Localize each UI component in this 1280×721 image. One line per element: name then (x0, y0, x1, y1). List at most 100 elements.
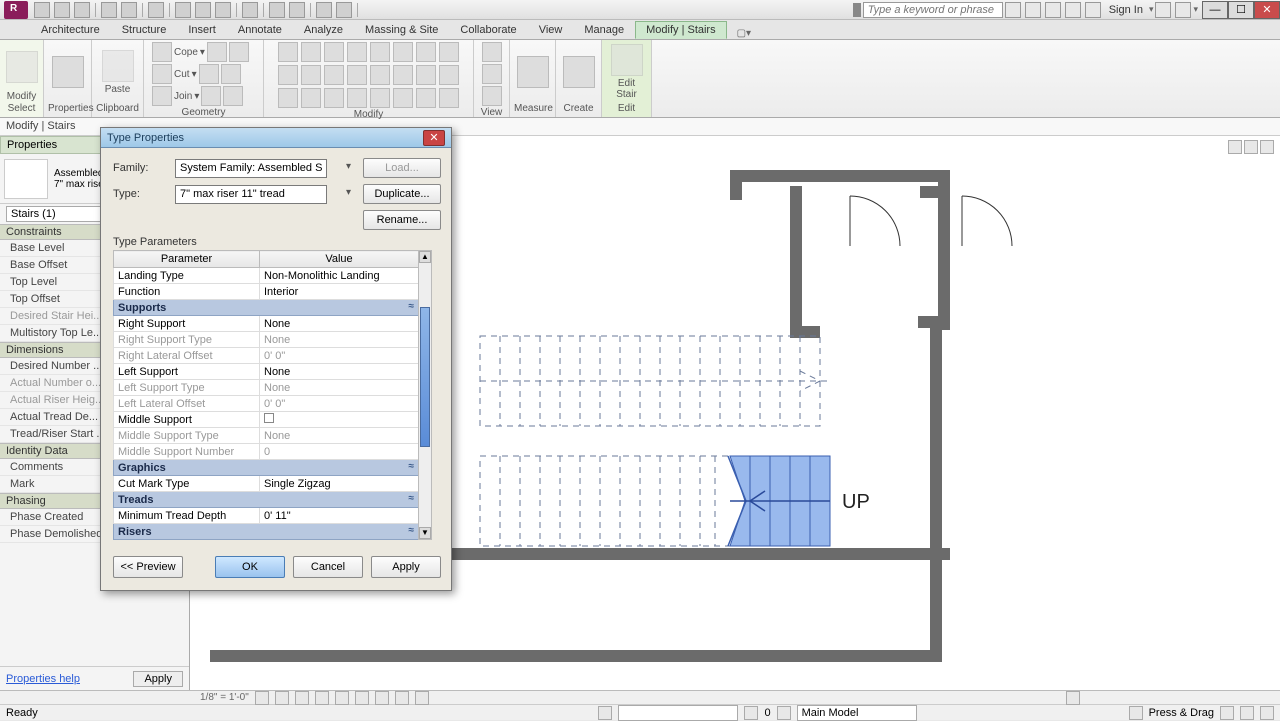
param-value[interactable]: None (260, 332, 419, 348)
edit-stair-icon[interactable] (611, 44, 643, 76)
rename-button[interactable]: Rename... (363, 210, 441, 230)
open-icon[interactable] (34, 2, 50, 18)
preview-button[interactable]: << Preview (113, 556, 183, 578)
reveal-icon[interactable] (395, 691, 409, 705)
create-icon[interactable] (563, 56, 595, 88)
view2-icon[interactable] (482, 64, 502, 84)
hide-icon[interactable] (375, 691, 389, 705)
param-value[interactable]: 0' 11" (260, 508, 419, 524)
undo-icon[interactable] (101, 2, 117, 18)
worksets-icon[interactable] (415, 691, 429, 705)
notch-icon[interactable] (207, 42, 227, 62)
param-value[interactable]: Non-Monolithic Landing (260, 268, 419, 284)
ex5-icon[interactable] (370, 88, 390, 108)
checkbox-icon[interactable] (264, 413, 274, 423)
view3-icon[interactable] (482, 86, 502, 106)
sb-extra1-icon[interactable] (1220, 706, 1234, 720)
tab-analyze[interactable]: Analyze (293, 21, 354, 39)
join-icon[interactable] (152, 86, 172, 106)
select-links-icon[interactable] (1129, 706, 1143, 720)
duplicate-button[interactable]: Duplicate... (363, 184, 441, 204)
array-icon[interactable] (393, 42, 413, 62)
param-value[interactable]: None (260, 364, 419, 380)
paste-icon[interactable] (102, 50, 134, 82)
visual-style-icon[interactable] (275, 691, 289, 705)
design-option-select[interactable] (797, 705, 917, 721)
param-value[interactable] (260, 412, 419, 428)
cropregion-icon[interactable] (355, 691, 369, 705)
view-scale[interactable]: 1/8" = 1'-0" (200, 692, 249, 703)
scroll-up-icon[interactable]: ▲ (419, 251, 431, 263)
ex4-icon[interactable] (347, 88, 367, 108)
workset-select[interactable] (618, 705, 738, 721)
pin-icon[interactable] (347, 65, 367, 85)
sb-extra3-icon[interactable] (1260, 706, 1274, 720)
user-icon[interactable] (1085, 2, 1101, 18)
dimension-icon[interactable] (195, 2, 211, 18)
search-go-icon[interactable] (1005, 2, 1021, 18)
tab-collaborate[interactable]: Collaborate (449, 21, 527, 39)
tab-view[interactable]: View (528, 21, 574, 39)
tab-structure[interactable]: Structure (111, 21, 178, 39)
param-value[interactable]: None (260, 316, 419, 332)
move-icon[interactable] (278, 42, 298, 62)
star-icon[interactable] (1065, 2, 1081, 18)
sign-in-link[interactable]: Sign In (1109, 4, 1143, 16)
ex6-icon[interactable] (393, 88, 413, 108)
detail-level-icon[interactable] (255, 691, 269, 705)
search-input[interactable] (863, 2, 1003, 18)
delete-icon[interactable] (439, 65, 459, 85)
ex8-icon[interactable] (439, 88, 459, 108)
sb-extra2-icon[interactable] (1240, 706, 1254, 720)
maximize-button[interactable]: ☐ (1228, 1, 1254, 19)
family-select[interactable] (175, 159, 327, 178)
tab-modify-stairs[interactable]: Modify | Stairs (635, 21, 727, 39)
crop-icon[interactable] (335, 691, 349, 705)
table-scrollbar[interactable]: ▲ ▼ (418, 250, 432, 540)
unpin-icon[interactable] (370, 65, 390, 85)
offset-icon[interactable] (439, 42, 459, 62)
dialog-titlebar[interactable]: Type Properties ✕ (101, 128, 451, 148)
ex3-icon[interactable] (324, 88, 344, 108)
cope-icon[interactable] (152, 42, 172, 62)
properties-help-link[interactable]: Properties help (6, 673, 80, 685)
sync-icon[interactable] (74, 2, 90, 18)
demolish-icon[interactable] (223, 86, 243, 106)
properties-icon[interactable] (52, 56, 84, 88)
ribbon-expand-icon[interactable]: ▢▾ (737, 28, 751, 39)
tab-annotate[interactable]: Annotate (227, 21, 293, 39)
print-icon[interactable] (148, 2, 164, 18)
close-button[interactable]: ✕ (1254, 1, 1280, 19)
mirror-icon[interactable] (278, 65, 298, 85)
measure-icon2[interactable] (517, 56, 549, 88)
section-icon[interactable] (269, 2, 285, 18)
type-parameters-table[interactable]: Parameter Value Landing TypeNon-Monolith… (113, 250, 419, 540)
rotate-icon[interactable] (324, 42, 344, 62)
favorites-icon[interactable] (1045, 2, 1061, 18)
param-group-header[interactable]: Treads (114, 492, 419, 508)
param-group-header[interactable]: Supports (114, 300, 419, 316)
redo-icon[interactable] (121, 2, 137, 18)
paint-icon[interactable] (201, 86, 221, 106)
param-value[interactable]: 0' 0" (260, 348, 419, 364)
app-menu-button[interactable] (4, 1, 28, 19)
dialog-close-button[interactable]: ✕ (423, 130, 445, 146)
param-value[interactable]: 0 (260, 444, 419, 460)
scroll-down-icon[interactable]: ▼ (419, 527, 431, 539)
scale-icon[interactable] (324, 65, 344, 85)
text-icon[interactable] (215, 2, 231, 18)
modify-tool-icon[interactable] (6, 51, 38, 83)
closewin-icon[interactable] (316, 2, 332, 18)
split-icon[interactable] (199, 64, 219, 84)
help-icon[interactable] (1175, 2, 1191, 18)
trim-icon[interactable] (229, 42, 249, 62)
sunpath-icon[interactable] (295, 691, 309, 705)
grp-icon[interactable] (393, 65, 413, 85)
dialog-apply-button[interactable]: Apply (371, 556, 441, 578)
align-icon[interactable] (416, 42, 436, 62)
param-group-header[interactable]: Graphics (114, 460, 419, 476)
param-value[interactable]: Interior (260, 284, 419, 300)
type-select[interactable] (175, 185, 327, 204)
ex2-icon[interactable] (301, 88, 321, 108)
param-value[interactable]: None (260, 428, 419, 444)
